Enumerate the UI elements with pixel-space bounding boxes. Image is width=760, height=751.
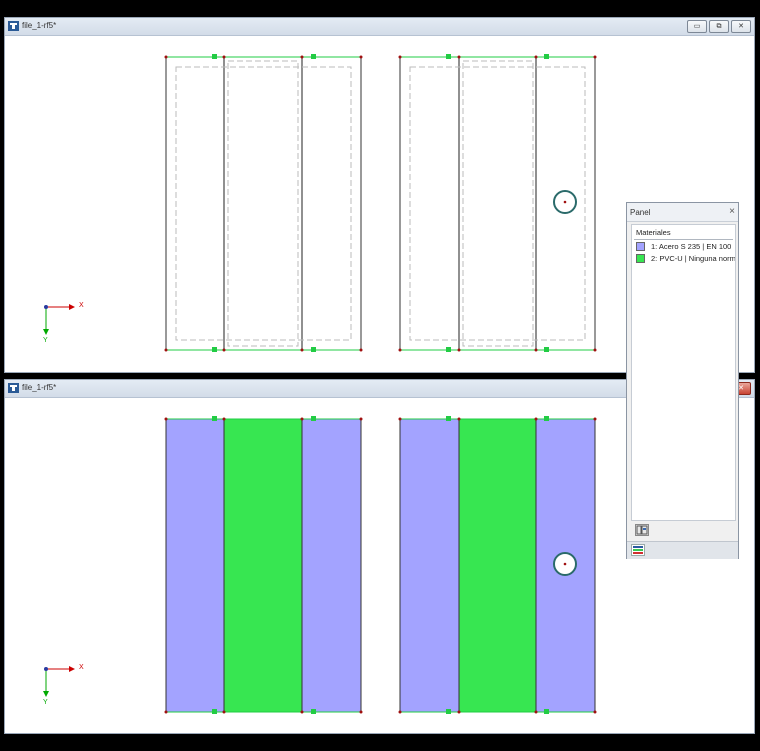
material-legend-item[interactable]: 1: Acero S 235 | EN 100	[632, 240, 735, 252]
material-label: 1: Acero S 235 | EN 100	[651, 241, 732, 251]
materials-panel: Panel × Materiales 1: Acero S 235 | EN 1…	[626, 202, 739, 559]
model-window-icon	[8, 21, 19, 31]
bottom-window-title: file_1-rf5*	[22, 383, 57, 392]
panel-title: Panel	[630, 208, 651, 217]
minimize-button[interactable]: ▭	[687, 20, 707, 33]
panel-close-icon[interactable]: ×	[729, 206, 735, 217]
left-model-materials	[165, 418, 362, 713]
panel-options-button[interactable]	[635, 524, 649, 536]
minimize-icon: ▭	[693, 23, 701, 30]
materials-legend: 1: Acero S 235 | EN 100 2: PVC-U | Ningun…	[632, 240, 735, 264]
materials-section-title: Materiales	[634, 225, 733, 240]
panel-options-icon	[636, 525, 648, 535]
axis-triad-top	[43, 304, 75, 335]
top-nodes	[164, 54, 597, 352]
x-axis-label: X	[79, 302, 84, 309]
restore-icon: ⧉	[716, 23, 722, 30]
material-label: 2: PVC-U | Ninguna norm	[651, 253, 735, 263]
close-button[interactable]: ✕	[731, 20, 751, 33]
right-model-wireframe	[399, 56, 596, 351]
panel-body: Materiales 1: Acero S 235 | EN 100 2: PVC…	[631, 224, 736, 521]
y-axis-label: Y	[43, 337, 48, 344]
right-model-materials	[399, 418, 596, 713]
close-icon: ✕	[738, 23, 744, 30]
left-model-wireframe	[165, 56, 362, 351]
maximize-button[interactable]: ⧉	[709, 20, 729, 33]
panel-tab-bar	[627, 541, 738, 559]
material-color-swatch	[636, 253, 645, 263]
panel-tab-colors[interactable]	[631, 544, 645, 556]
material-color-swatch	[636, 241, 645, 251]
top-window-title: file_1-rf5*	[22, 21, 57, 30]
top-window-titlebar[interactable]: file_1-rf5* ▭ ⧉ ✕	[5, 18, 754, 36]
y-axis-label: Y	[43, 699, 48, 706]
model-window-icon	[8, 383, 19, 393]
panel-header[interactable]: Panel ×	[627, 203, 738, 222]
material-legend-item[interactable]: 2: PVC-U | Ninguna norm	[632, 252, 735, 264]
x-axis-label: X	[79, 664, 84, 671]
axis-triad-bottom	[43, 666, 75, 697]
color-legend-icon	[633, 546, 643, 554]
